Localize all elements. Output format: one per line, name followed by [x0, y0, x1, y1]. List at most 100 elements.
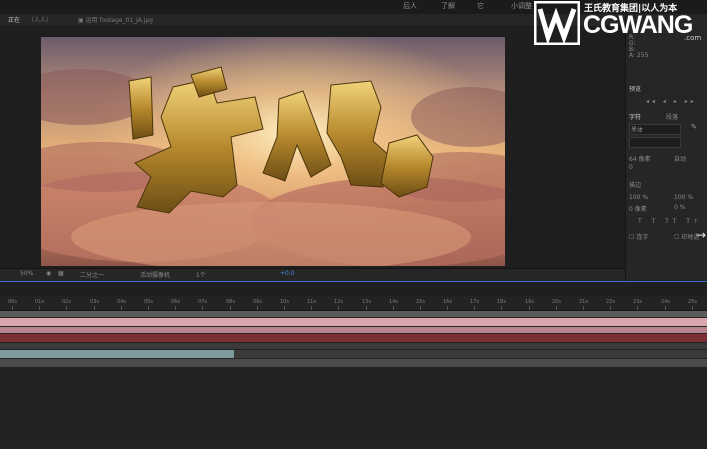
viewer-toolbar: 50% ◉ ▦ 二分之一 活动摄像机 1个 +0.0	[0, 268, 625, 281]
font-style-field[interactable]	[629, 137, 681, 148]
arrow-right-icon[interactable]: →	[696, 228, 706, 242]
ruler-tick-mark	[665, 306, 666, 310]
ruler-tick-label: 07s	[198, 299, 207, 305]
ruler-tick-mark	[447, 306, 448, 310]
ruler-tick-label: 23s	[633, 299, 642, 305]
menu-item[interactable]: 了解	[441, 1, 455, 11]
ruler-tick-mark	[121, 306, 122, 310]
ruler-tick-mark	[230, 306, 231, 310]
tab-character[interactable]: 字符	[629, 112, 641, 121]
ruler-tick-mark	[66, 306, 67, 310]
preview-title: 预览	[629, 86, 642, 93]
info-a: A: 255	[629, 52, 649, 59]
baseline-shift[interactable]: 0 像素	[629, 204, 647, 213]
ruler-tick-label: 16s	[443, 299, 452, 305]
sunset-clouds-image	[41, 37, 505, 266]
composition-frame[interactable]	[41, 37, 505, 266]
tracking-value[interactable]: 0	[629, 164, 633, 171]
cgwang-logo: 王氏教育集团|以人为本 CGWANG .com	[534, 0, 707, 46]
layer-track-empty[interactable]	[0, 343, 707, 349]
timeline-header	[0, 281, 707, 296]
layer-track-red[interactable]	[0, 334, 707, 342]
ruler-tick-mark	[94, 306, 95, 310]
ruler-tick-mark	[529, 306, 530, 310]
ruler-tick-label: 21s	[579, 299, 588, 305]
ruler-tick-label: 04s	[117, 299, 126, 305]
ruler-tick-label: 11s	[307, 299, 316, 305]
font-family-value: 黑体	[631, 127, 644, 134]
work-area-bar[interactable]	[0, 311, 707, 317]
ruler-tick-mark	[175, 306, 176, 310]
logo-suffix: .com	[684, 34, 702, 42]
ruler-tick-mark	[692, 306, 693, 310]
ruler-tick-label: 17s	[470, 299, 479, 305]
ruler-tick-mark	[202, 306, 203, 310]
time-ruler[interactable]: 00s 01s 02s 03s 04s 05s 06s 07s 08s 09s 10s 11s 12s 1…	[0, 296, 707, 311]
resolution-dropdown[interactable]: 二分之一	[80, 270, 104, 279]
layer-track-teal-empty	[234, 350, 707, 358]
menu-item[interactable]: 它	[477, 1, 484, 11]
ruler-tick-mark	[311, 306, 312, 310]
logo-mark	[534, 1, 580, 45]
menu-item[interactable]: 小调整	[511, 1, 532, 11]
ruler-tick-label: 05s	[144, 299, 153, 305]
camera-icon[interactable]: ◉	[46, 270, 51, 277]
logo-english-text: CGWANG	[583, 11, 693, 39]
tab-footage[interactable]: ▣ 运用 footage_01_JA.jpg	[78, 15, 153, 24]
ruler-tick-label: 15s	[416, 299, 425, 305]
tab-composition-sub: （人人）	[28, 17, 53, 24]
ruler-tick-label: 06s	[171, 299, 180, 305]
right-panels: R: G: B: A: 255 预览 ◂◂ ◂ ▸ ▸▸ 字符 段落 黑体 ✎ …	[625, 14, 707, 280]
ruler-tick-label: 03s	[90, 299, 99, 305]
stroke-label[interactable]: 描边	[629, 180, 641, 189]
ruler-tick-label: 24s	[661, 299, 670, 305]
ruler-tick-label: 18s	[497, 299, 506, 305]
ruler-tick-label: 20s	[552, 299, 561, 305]
layer-track-pink[interactable]	[0, 318, 707, 326]
text-style-buttons[interactable]: T T TT Tт T¹ T₁	[638, 218, 707, 225]
ruler-tick-label: 10s	[280, 299, 289, 305]
ruler-tick-mark	[393, 306, 394, 310]
ruler-tick-label: 22s	[606, 299, 615, 305]
tab-paragraph[interactable]: 段落	[666, 112, 678, 121]
ruler-tick-mark	[501, 306, 502, 310]
panel-header: 正在 （人人） ▣ 运用 footage_01_JA.jpg	[0, 14, 625, 27]
camera-dropdown[interactable]: 活动摄像机	[140, 270, 170, 279]
ruler-tick-mark	[610, 306, 611, 310]
ruler-tick-label: 02s	[62, 299, 71, 305]
ruler-tick-mark	[583, 306, 584, 310]
ruler-tick-mark	[12, 306, 13, 310]
leading-value[interactable]: 自动	[674, 154, 686, 163]
ruler-tick-mark	[474, 306, 475, 310]
layer-track-gray[interactable]	[0, 359, 707, 367]
grid-icon[interactable]: ▦	[58, 270, 64, 277]
ruler-tick-label: 09s	[253, 299, 262, 305]
layer-track-pink-2[interactable]	[0, 327, 707, 333]
views-dropdown[interactable]: 1个	[196, 270, 206, 279]
ruler-tick-mark	[39, 306, 40, 310]
ruler-tick-label: 25s	[688, 299, 697, 305]
exposure-value[interactable]: +0.0	[280, 270, 295, 277]
preview-controls[interactable]: ◂◂ ◂ ▸ ▸▸	[646, 98, 697, 105]
ruler-tick-mark	[148, 306, 149, 310]
ruler-tick-mark	[338, 306, 339, 310]
eyedropper-icon[interactable]: ✎	[691, 123, 697, 131]
ruler-tick-label: 00s	[8, 299, 17, 305]
scale-vertical[interactable]: 100 %	[629, 194, 648, 201]
layer-track-teal[interactable]	[0, 350, 234, 358]
zoom-dropdown[interactable]: 50%	[20, 270, 33, 277]
ruler-tick-label: 08s	[226, 299, 235, 305]
ruler-tick-mark	[257, 306, 258, 310]
tsume-value[interactable]: 0 %	[674, 204, 685, 211]
ruler-tick-mark	[366, 306, 367, 310]
font-size-value[interactable]: 64 像素	[629, 154, 651, 163]
ruler-tick-mark	[556, 306, 557, 310]
menu-item[interactable]: 后人	[403, 1, 417, 11]
ruler-tick-mark	[420, 306, 421, 310]
timeline-empty-area	[0, 368, 707, 449]
scale-horizontal[interactable]: 100 %	[674, 194, 693, 201]
ligature-checkbox[interactable]: ☐ 连字	[629, 232, 648, 241]
ruler-tick-label: 01s	[35, 299, 44, 305]
ruler-tick-label: 13s	[362, 299, 371, 305]
tab-composition[interactable]: 正在	[8, 15, 20, 24]
